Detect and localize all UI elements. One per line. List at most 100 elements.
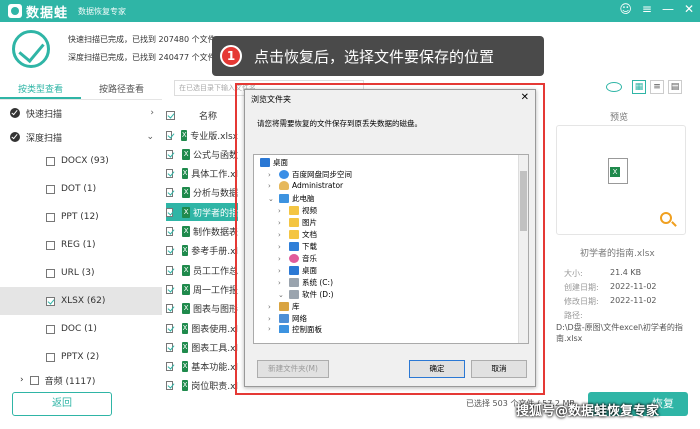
checkbox[interactable] (166, 304, 174, 314)
tree-quick-scan[interactable]: 快速扫描 › (0, 103, 162, 123)
chevron-right-icon[interactable]: › (278, 243, 286, 251)
close-icon[interactable]: ✕ (684, 2, 694, 16)
checkbox[interactable] (166, 188, 174, 198)
file-row[interactable]: X 周一工作报 (166, 280, 238, 298)
checkbox[interactable] (46, 212, 55, 222)
checkbox[interactable] (166, 227, 174, 236)
feedback-icon[interactable]: ☺ (619, 2, 632, 16)
checkbox[interactable] (166, 130, 173, 140)
tree-item-dot[interactable]: DOT (1) (0, 175, 162, 203)
chevron-right-icon[interactable]: › (278, 231, 286, 239)
node-desktop-2[interactable]: › 桌面 (278, 265, 317, 276)
chevron-down-icon[interactable]: ⌄ (278, 291, 286, 299)
node-pictures[interactable]: › 图片 (278, 217, 317, 228)
minimize-icon[interactable]: — (662, 2, 674, 16)
node-music[interactable]: › 音乐 (278, 253, 317, 264)
tree-item-reg[interactable]: REG (1) (0, 231, 162, 259)
file-row[interactable]: X 制作数据表 (166, 223, 238, 241)
cancel-button[interactable]: 取消 (471, 360, 527, 378)
checkbox[interactable] (29, 375, 39, 385)
checkbox[interactable] (166, 323, 173, 333)
list-view-icon[interactable]: ≡ (650, 80, 664, 94)
node-thispc[interactable]: ⌄ 此电脑 (268, 193, 315, 204)
tree-item-docx[interactable]: DOCX (93) (0, 147, 162, 175)
node-control-panel[interactable]: › 控制面板 (268, 325, 322, 333)
node-docs[interactable]: › 文档 (278, 229, 317, 240)
chevron-right-icon[interactable]: › (278, 207, 286, 215)
checkbox[interactable] (46, 240, 55, 250)
node-baidu[interactable]: › 百度网盘同步空间 (268, 169, 352, 180)
node-library[interactable]: › 库 (268, 301, 300, 312)
grid-view-icon[interactable]: ▦ (632, 80, 646, 94)
chevron-down-icon[interactable]: ⌄ (268, 195, 276, 203)
checkbox[interactable] (166, 149, 174, 159)
checkbox[interactable] (46, 156, 55, 166)
checkbox[interactable] (166, 381, 173, 391)
file-row[interactable]: X 岗位职责.xl (166, 377, 238, 395)
file-row[interactable]: X 图表与图形 (166, 300, 238, 318)
checkbox[interactable] (166, 342, 173, 352)
tree-item-doc[interactable]: DOC (1) (0, 315, 162, 343)
menu-icon[interactable]: ≡ (642, 2, 652, 16)
node-download[interactable]: › 下载 (278, 241, 317, 252)
dialog-close-icon[interactable]: ✕ (521, 92, 529, 103)
checkbox[interactable] (166, 265, 174, 275)
name-column-header[interactable]: 名称 (199, 109, 217, 122)
chevron-right-icon[interactable]: › (268, 182, 276, 190)
node-video[interactable]: › 视频 (278, 205, 317, 216)
node-network[interactable]: › 网络 (268, 313, 307, 324)
checkbox[interactable] (46, 184, 55, 194)
chevron-right-icon[interactable]: › (268, 325, 276, 333)
file-row[interactable]: X 图表使用.xl (166, 319, 238, 337)
checkbox[interactable] (166, 246, 173, 256)
checkbox[interactable] (46, 268, 55, 278)
ok-button[interactable]: 确定 (409, 360, 465, 378)
chevron-right-icon[interactable]: › (278, 279, 286, 287)
node-drive-d[interactable]: ⌄ 软件 (D:) (278, 289, 334, 300)
file-row[interactable]: X 具体工作.xl (166, 165, 238, 183)
file-row[interactable]: X 图表工具.xl (166, 338, 238, 356)
folder-tree-scrollbar[interactable] (518, 155, 528, 343)
list-header: 名称 (166, 106, 246, 124)
node-admin[interactable]: › Administrator (268, 181, 343, 190)
chevron-right-icon[interactable]: › (278, 267, 286, 275)
chevron-right-icon[interactable]: › (268, 303, 276, 311)
back-button[interactable]: 返回 (12, 392, 112, 416)
step-tooltip: 1 点击恢复后，选择文件要保存的位置 (212, 36, 544, 76)
chevron-right-icon[interactable]: › (268, 171, 276, 179)
checkbox[interactable] (46, 324, 55, 334)
chevron-right-icon[interactable]: › (278, 255, 286, 263)
scrollbar-thumb[interactable] (520, 171, 527, 231)
new-folder-button[interactable]: 新建文件夹(M) (257, 360, 329, 378)
node-drive-c[interactable]: › 系统 (C:) (278, 277, 333, 288)
checkbox[interactable] (166, 362, 173, 372)
checkbox[interactable] (166, 207, 174, 217)
checkbox[interactable] (166, 284, 174, 294)
chevron-right-icon[interactable]: › (268, 315, 276, 323)
select-all-checkbox[interactable] (166, 110, 175, 120)
file-row[interactable]: X 参考手册.xl (166, 242, 238, 260)
tree-item-audio[interactable]: › 音频 (1117) (0, 371, 162, 389)
checkbox[interactable] (166, 169, 173, 179)
node-desktop[interactable]: 桌面 (260, 157, 288, 168)
tree-item-url[interactable]: URL (3) (0, 259, 162, 287)
meta-size-label: 大小: (564, 269, 583, 278)
file-row[interactable]: X 员工工作总 (166, 261, 238, 279)
tab-by-type[interactable]: 按类型查看 (0, 80, 81, 99)
tree-deep-scan[interactable]: 深度扫描 ⌄ (0, 127, 162, 147)
magnifier-icon[interactable] (660, 212, 672, 224)
checkbox[interactable] (46, 296, 55, 306)
file-row[interactable]: X 基本功能.xl (166, 358, 238, 376)
tree-item-xlsx[interactable]: XLSX (62) (0, 287, 162, 315)
chevron-right-icon[interactable]: › (278, 219, 286, 227)
detail-view-icon[interactable]: ▤ (668, 80, 682, 94)
tree-item-ppt[interactable]: PPT (12) (0, 203, 162, 231)
checkbox[interactable] (46, 352, 55, 362)
file-row[interactable]: X 公式与函数 (166, 145, 238, 163)
file-row[interactable]: X 专业版.xlsx (166, 126, 238, 144)
file-row[interactable]: X 分析与数据 (166, 184, 238, 202)
tree-item-pptx[interactable]: PPTX (2) (0, 343, 162, 371)
file-row[interactable]: X 初学者的指 (166, 203, 238, 222)
tab-by-path[interactable]: 按路径查看 (81, 80, 162, 99)
eye-icon[interactable] (606, 82, 622, 92)
